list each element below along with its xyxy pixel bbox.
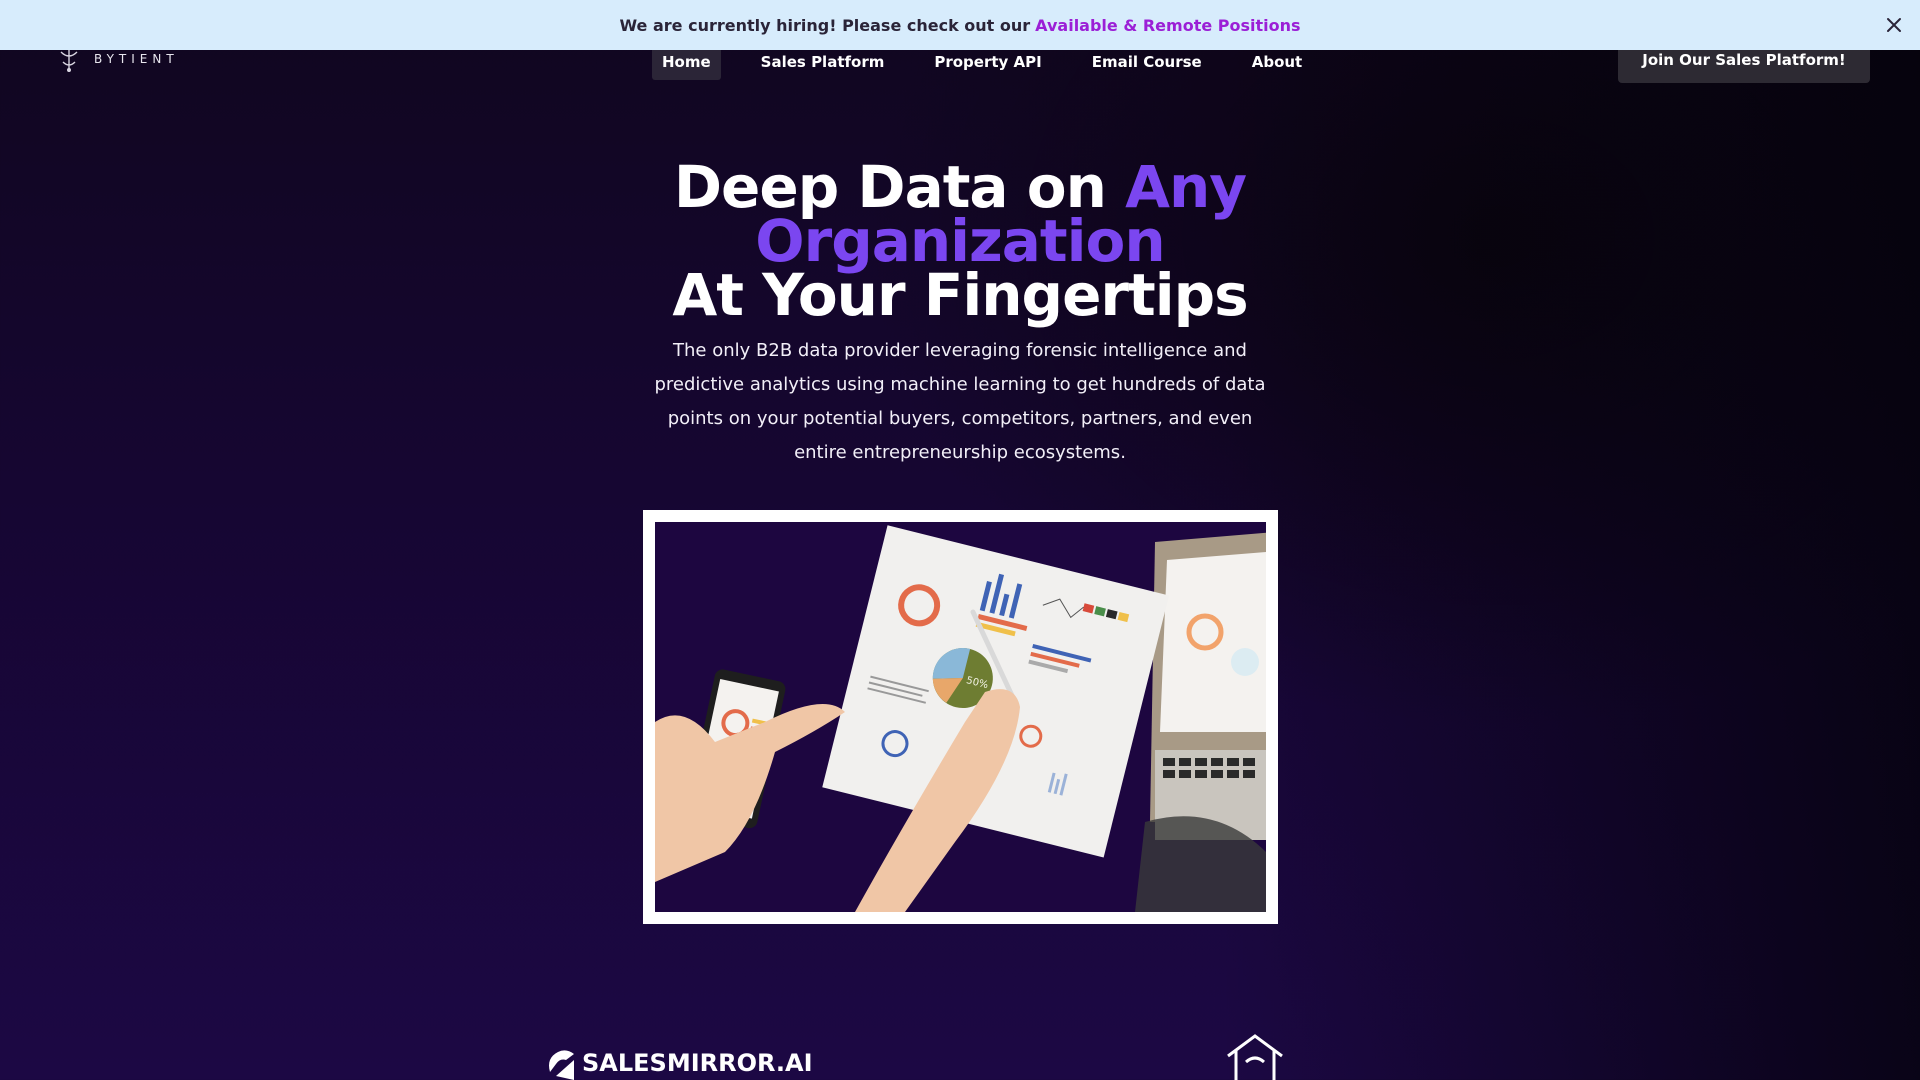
hero-image-frame: 50% <box>643 510 1278 924</box>
hero-image: 50% <box>655 522 1266 912</box>
hero-title: Deep Data on Any Organization At Your Fi… <box>560 158 1360 324</box>
hiring-banner: We are currently hiring! Please check ou… <box>0 0 1920 50</box>
salesmirror-logo-text: SALESMIRROR.AI <box>582 1049 813 1077</box>
salesmirror-logo[interactable]: SALESMIRROR.AI <box>544 1046 813 1080</box>
house-icon[interactable] <box>1222 1032 1288 1080</box>
remote-positions-link[interactable]: Available & Remote Positions <box>1035 16 1300 35</box>
banner-message: We are currently hiring! Please check ou… <box>619 15 1031 35</box>
hero-subtitle: The only B2B data provider leveraging fo… <box>654 340 1266 463</box>
hero-title-part2: At Your Fingertips <box>672 261 1248 329</box>
laptop-illustration <box>1135 532 1266 912</box>
analytics-illustration: 50% <box>655 525 1266 912</box>
left-hand-illustration <box>655 704 845 882</box>
salesmirror-logo-icon <box>549 1050 574 1080</box>
logo-text: BYTIENT <box>94 52 179 66</box>
close-icon[interactable] <box>1882 13 1906 37</box>
